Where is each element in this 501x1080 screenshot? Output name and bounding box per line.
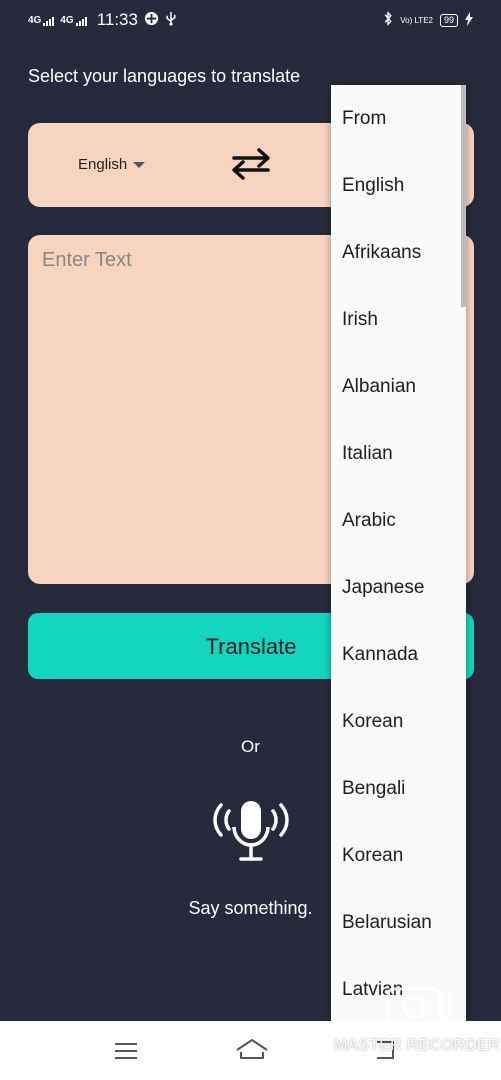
- dropdown-item[interactable]: Irish: [342, 309, 378, 331]
- charging-icon: [465, 11, 473, 29]
- from-language-spinner[interactable]: English: [78, 156, 146, 173]
- vpn-icon: [144, 11, 159, 29]
- recorder-watermark: MASTER RECORDER: [334, 985, 501, 1055]
- dropdown-item[interactable]: Bengali: [342, 778, 405, 800]
- dropdown-item[interactable]: Japanese: [342, 577, 424, 599]
- dropdown-item[interactable]: Afrikaans: [342, 242, 421, 264]
- microphone-icon[interactable]: [212, 797, 290, 874]
- dropdown-scrollbar[interactable]: [461, 85, 466, 307]
- usb-icon: [165, 11, 177, 29]
- dropdown-item[interactable]: Italian: [342, 443, 393, 465]
- home-icon[interactable]: [235, 1037, 269, 1066]
- clock: 11:33: [96, 10, 138, 29]
- dropdown-item[interactable]: Korean: [342, 711, 403, 733]
- signal-icon-2: 4G: [60, 14, 87, 26]
- language-dropdown-list[interactable]: From English Afrikaans Irish Albanian It…: [331, 85, 466, 1021]
- dropdown-item[interactable]: Arabic: [342, 510, 396, 532]
- dropdown-item[interactable]: Korean: [342, 845, 403, 867]
- from-language-value: English: [78, 156, 128, 173]
- status-bar: 4G 4G 11:33 Vo) LTE2 99: [0, 0, 501, 40]
- bluetooth-icon: [383, 11, 393, 29]
- menu-icon[interactable]: [114, 1041, 138, 1066]
- swap-arrows-icon[interactable]: [228, 145, 274, 188]
- dropdown-caret-icon: [133, 161, 146, 168]
- network-label-2: 4G: [60, 14, 74, 26]
- signal-icon: 4G: [28, 14, 55, 26]
- dropdown-item[interactable]: From: [342, 108, 386, 130]
- dropdown-item[interactable]: Albanian: [342, 376, 416, 398]
- camera-icon: [386, 985, 452, 1034]
- dropdown-item[interactable]: Belarusian: [342, 912, 432, 934]
- network-label: 4G: [28, 14, 42, 26]
- battery-icon: 99: [439, 13, 458, 27]
- dropdown-item[interactable]: Kannada: [342, 644, 418, 666]
- dropdown-item[interactable]: English: [342, 175, 404, 197]
- volte-label: Vo) LTE2: [400, 15, 433, 25]
- watermark-text: MASTER RECORDER: [334, 1037, 500, 1054]
- page-heading: Select your languages to translate: [28, 66, 301, 86]
